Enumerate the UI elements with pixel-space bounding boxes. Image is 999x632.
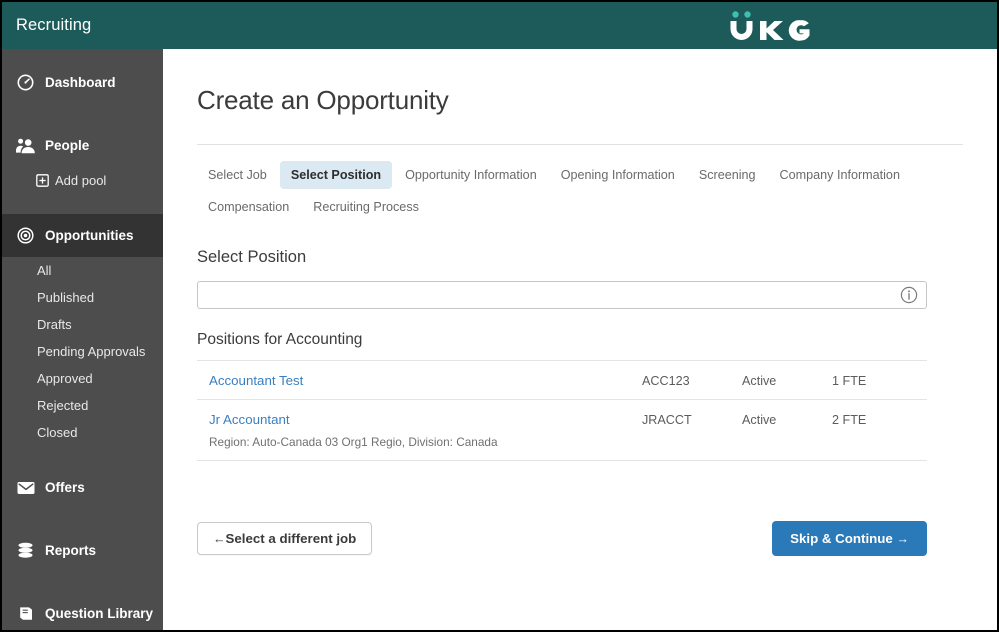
wizard-tabs: Select Job Select Position Opportunity I… [197,161,937,225]
plus-box-icon [35,174,49,188]
database-icon [16,541,35,560]
sidebar-item-published[interactable]: Published [2,284,163,311]
positions-table: Accountant Test ACC123 Active 1 FTE Jr A… [197,360,927,461]
position-name-link[interactable]: Accountant Test [197,373,642,388]
sidebar-item-drafts[interactable]: Drafts [2,311,163,338]
position-fte: 1 FTE [832,373,867,388]
arrow-right-icon: → [896,532,910,546]
sidebar-item-reports[interactable]: Reports [2,529,163,572]
target-icon [16,226,35,245]
envelope-icon [16,478,35,497]
skip-and-continue-label: Skip & Continue [790,531,893,546]
tab-opening-information[interactable]: Opening Information [550,161,686,189]
sidebar-item-opportunities[interactable]: Opportunities [2,214,163,257]
tab-company-information[interactable]: Company Information [769,161,911,189]
title-divider [197,144,963,145]
sidebar-item-add-pool[interactable]: Add pool [2,167,163,194]
position-code: JRACCT [642,412,692,427]
tab-screening[interactable]: Screening [688,161,767,189]
sidebar-item-approved[interactable]: Approved [2,365,163,392]
sidebar-navigation: Dashboard People Add pool Opportunities … [2,49,163,630]
sidebar-item-label: Rejected [37,398,89,413]
sidebar-item-label: All [37,263,52,278]
people-icon [16,136,35,155]
sidebar-item-offers[interactable]: Offers [2,466,163,509]
position-search-row [197,281,927,309]
main-content: Create an Opportunity Select Job Select … [163,49,997,630]
position-status: Active [742,373,777,388]
tab-select-job[interactable]: Select Job [197,161,278,189]
sidebar-item-people[interactable]: People [2,124,163,167]
sidebar-item-question-library[interactable]: Question Library [2,592,163,630]
ukg-logo-icon [730,11,810,41]
sidebar-item-label: Dashboard [45,75,116,90]
position-details: Region: Auto-Canada 03 Org1 Regio, Divis… [209,435,498,449]
sidebar-item-label: Closed [37,425,78,440]
sidebar-item-closed[interactable]: Closed [2,419,163,446]
ukg-logo [727,2,997,49]
sidebar-item-label: Offers [45,480,85,495]
section-title: Select Position [197,248,307,266]
app-title: Recruiting [16,16,92,34]
sidebar-item-label: Pending Approvals [37,344,146,359]
top-header-bar: Recruiting [2,2,997,49]
arrow-left-icon: ← [213,532,226,546]
dashboard-icon [16,73,35,92]
tab-recruiting-process[interactable]: Recruiting Process [302,193,430,221]
table-row[interactable]: Accountant Test ACC123 Active 1 FTE [197,361,927,400]
position-name-link[interactable]: Jr Accountant [197,412,642,427]
sidebar-item-label: People [45,138,90,153]
table-row[interactable]: Jr Accountant JRACCT Active 2 FTE Region… [197,400,927,461]
wizard-footer: ←Select a different job Skip & Continue … [197,521,927,556]
sidebar-item-rejected[interactable]: Rejected [2,392,163,419]
sidebar-item-all[interactable]: All [2,257,163,284]
sidebar-item-label: Published [37,290,95,305]
position-status: Active [742,412,777,427]
position-fte: 2 FTE [832,412,867,427]
sidebar-item-label: Reports [45,543,97,558]
sidebar-item-label: Question Library [45,606,154,621]
position-code: ACC123 [642,373,690,388]
tab-compensation[interactable]: Compensation [197,193,300,221]
positions-list-title: Positions for Accounting [197,331,363,348]
info-circle-icon[interactable] [900,286,918,304]
sidebar-item-label: Drafts [37,317,72,332]
book-icon [16,604,35,623]
tab-select-position[interactable]: Select Position [279,161,393,189]
sidebar-item-label: Add pool [55,173,107,188]
sidebar-item-label: Opportunities [45,228,134,243]
select-different-job-button[interactable]: ←Select a different job [197,522,373,555]
application-window: Recruiting Dashboard People Add pool Opp… [0,0,999,632]
sidebar-item-dashboard[interactable]: Dashboard [2,61,163,104]
tab-opportunity-information[interactable]: Opportunity Information [394,161,548,189]
sidebar-item-label: Approved [37,371,93,386]
position-search-input[interactable] [197,281,927,309]
page-title: Create an Opportunity [197,85,449,115]
sidebar-item-pending-approvals[interactable]: Pending Approvals [2,338,163,365]
select-different-job-label: Select a different job [225,531,357,546]
skip-and-continue-button[interactable]: Skip & Continue → [772,521,927,556]
